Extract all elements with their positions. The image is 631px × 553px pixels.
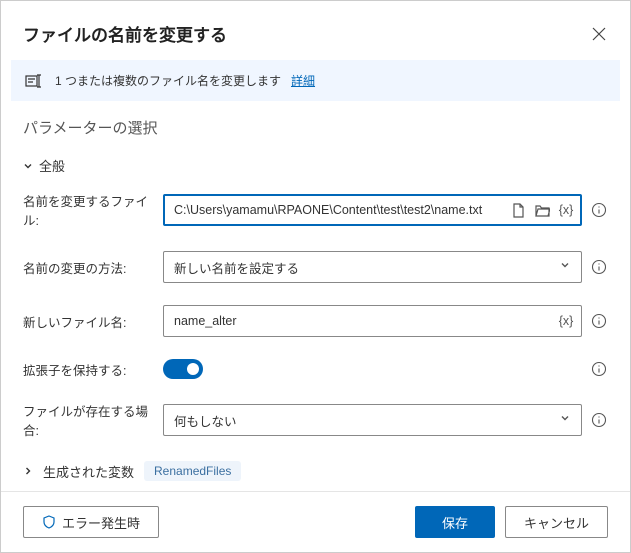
- select-file-icon[interactable]: [509, 201, 527, 219]
- variable-token-icon[interactable]: {x}: [557, 312, 575, 330]
- cancel-button[interactable]: キャンセル: [505, 506, 608, 538]
- if-exists-label: ファイルが存在する場合:: [23, 401, 155, 439]
- new-filename-label: 新しいファイル名:: [23, 312, 155, 331]
- general-group-label: 全般: [39, 156, 65, 175]
- chevron-down-icon: [23, 161, 33, 171]
- chevron-down-icon: [559, 258, 571, 276]
- file-to-rename-label: 名前を変更するファイル:: [23, 191, 155, 229]
- chevron-down-icon: [559, 411, 571, 429]
- chevron-right-icon: [23, 466, 33, 476]
- if-exists-select[interactable]: 何もしない: [163, 404, 582, 436]
- info-icon[interactable]: [590, 312, 608, 330]
- generated-variable-badge[interactable]: RenamedFiles: [144, 461, 241, 481]
- info-icon[interactable]: [590, 411, 608, 429]
- info-icon[interactable]: [590, 258, 608, 276]
- info-icon[interactable]: [590, 360, 608, 378]
- rename-method-value: 新しい名前を設定する: [174, 258, 299, 277]
- on-error-button[interactable]: エラー発生時: [23, 506, 159, 538]
- file-to-rename-input[interactable]: [174, 203, 509, 217]
- info-text: 1 つまたは複数のファイル名を変更します: [55, 72, 281, 89]
- shield-icon: [42, 515, 56, 529]
- info-icon[interactable]: [590, 201, 608, 219]
- close-icon[interactable]: [590, 25, 608, 43]
- keep-extension-label: 拡張子を保持する:: [23, 360, 155, 379]
- generated-variables-label: 生成された変数: [43, 462, 134, 481]
- rename-method-label: 名前の変更の方法:: [23, 258, 155, 277]
- new-filename-input[interactable]: [174, 314, 557, 328]
- rename-file-icon: [25, 73, 45, 89]
- select-folder-icon[interactable]: [533, 201, 551, 219]
- save-button[interactable]: 保存: [415, 506, 495, 538]
- variable-token-icon[interactable]: {x}: [557, 201, 575, 219]
- generated-variables-toggle[interactable]: 生成された変数 RenamedFiles: [23, 461, 608, 481]
- if-exists-value: 何もしない: [174, 411, 237, 430]
- rename-method-select[interactable]: 新しい名前を設定する: [163, 251, 582, 283]
- on-error-label: エラー発生時: [62, 513, 140, 532]
- params-heading: パラメーターの選択: [23, 117, 608, 138]
- details-link[interactable]: 詳細: [291, 72, 315, 89]
- dialog-title: ファイルの名前を変更する: [23, 21, 227, 46]
- keep-extension-toggle[interactable]: [163, 359, 203, 379]
- general-group-toggle[interactable]: 全般: [23, 156, 608, 175]
